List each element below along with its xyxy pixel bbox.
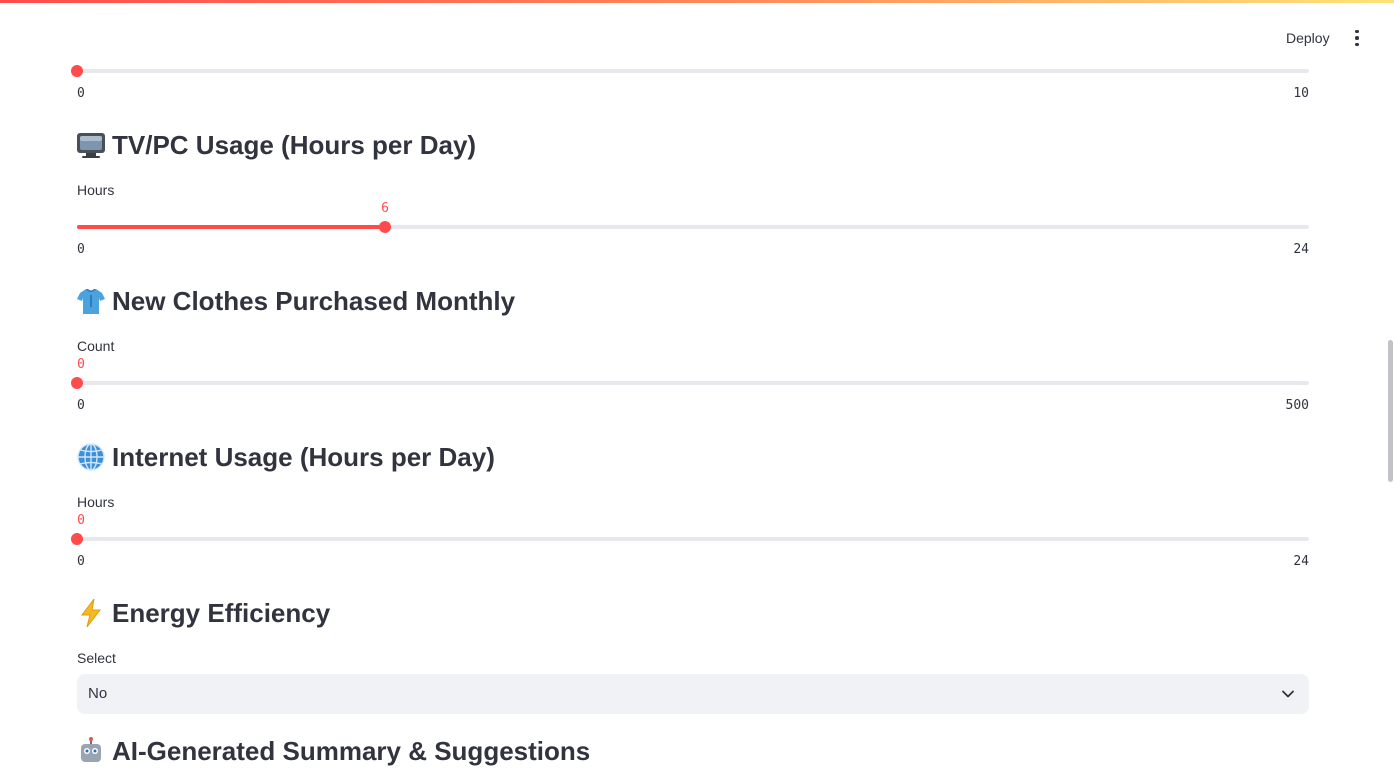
slider-min-label: 0 [77,86,85,101]
section-heading-energy: Energy Efficiency [76,596,330,630]
slider-value: 0 [77,513,85,528]
section-title: TV/PC Usage (Hours per Day) [112,130,477,160]
section-title: Energy Efficiency [112,598,331,628]
slider-thumb[interactable] [379,221,391,233]
slider-thumb[interactable] [71,533,83,545]
slider-max-label: 10 [1293,86,1309,101]
section-heading-internet: Internet Usage (Hours per Day) [76,440,495,474]
slider-label: Hours [77,182,115,198]
slider-max-label: 500 [1285,398,1309,413]
slider-thumb[interactable] [71,377,83,389]
slider-thumb[interactable] [71,65,83,77]
section-heading-tv-pc: TV/PC Usage (Hours per Day) [76,128,476,162]
lightning-icon [76,598,106,628]
robot-icon [76,736,106,766]
energy-efficiency-select[interactable]: No [77,674,1309,714]
television-icon [76,130,106,160]
select-value: No [88,685,108,702]
slider-min-label: 0 [77,554,85,569]
shirt-icon [76,286,106,316]
section-title: New Clothes Purchased Monthly [112,286,516,316]
slider-min-label: 0 [77,398,85,413]
slider-value: 0 [77,357,85,372]
clothes-count-slider[interactable]: 0 [71,357,1309,389]
chevron-down-icon[interactable] [1281,687,1295,701]
section-title: Internet Usage (Hours per Day) [112,442,495,472]
top-slider[interactable] [71,65,1309,77]
app-header: Deploy [0,0,1394,70]
internet-hours-slider[interactable]: 0 [71,513,1309,545]
slider-min-label: 0 [77,242,85,257]
section-heading-ai-summary: AI-Generated Summary & Suggestions [76,734,590,768]
select-label: Select [77,650,116,666]
page-scrollbar[interactable] [1388,340,1393,482]
deploy-button[interactable]: Deploy [1276,26,1340,50]
section-heading-clothes: New Clothes Purchased Monthly [76,284,515,318]
globe-icon [76,442,106,472]
slider-fill [77,225,385,229]
slider-max-label: 24 [1293,242,1309,257]
slider-value: 6 [381,201,389,216]
slider-max-label: 24 [1293,554,1309,569]
vertical-ellipsis-icon[interactable] [1346,26,1368,50]
slider-label: Count [77,338,115,354]
tv-pc-hours-slider[interactable]: 6 [77,201,1309,233]
slider-label: Hours [77,494,115,510]
section-title: AI-Generated Summary & Suggestions [112,736,591,766]
